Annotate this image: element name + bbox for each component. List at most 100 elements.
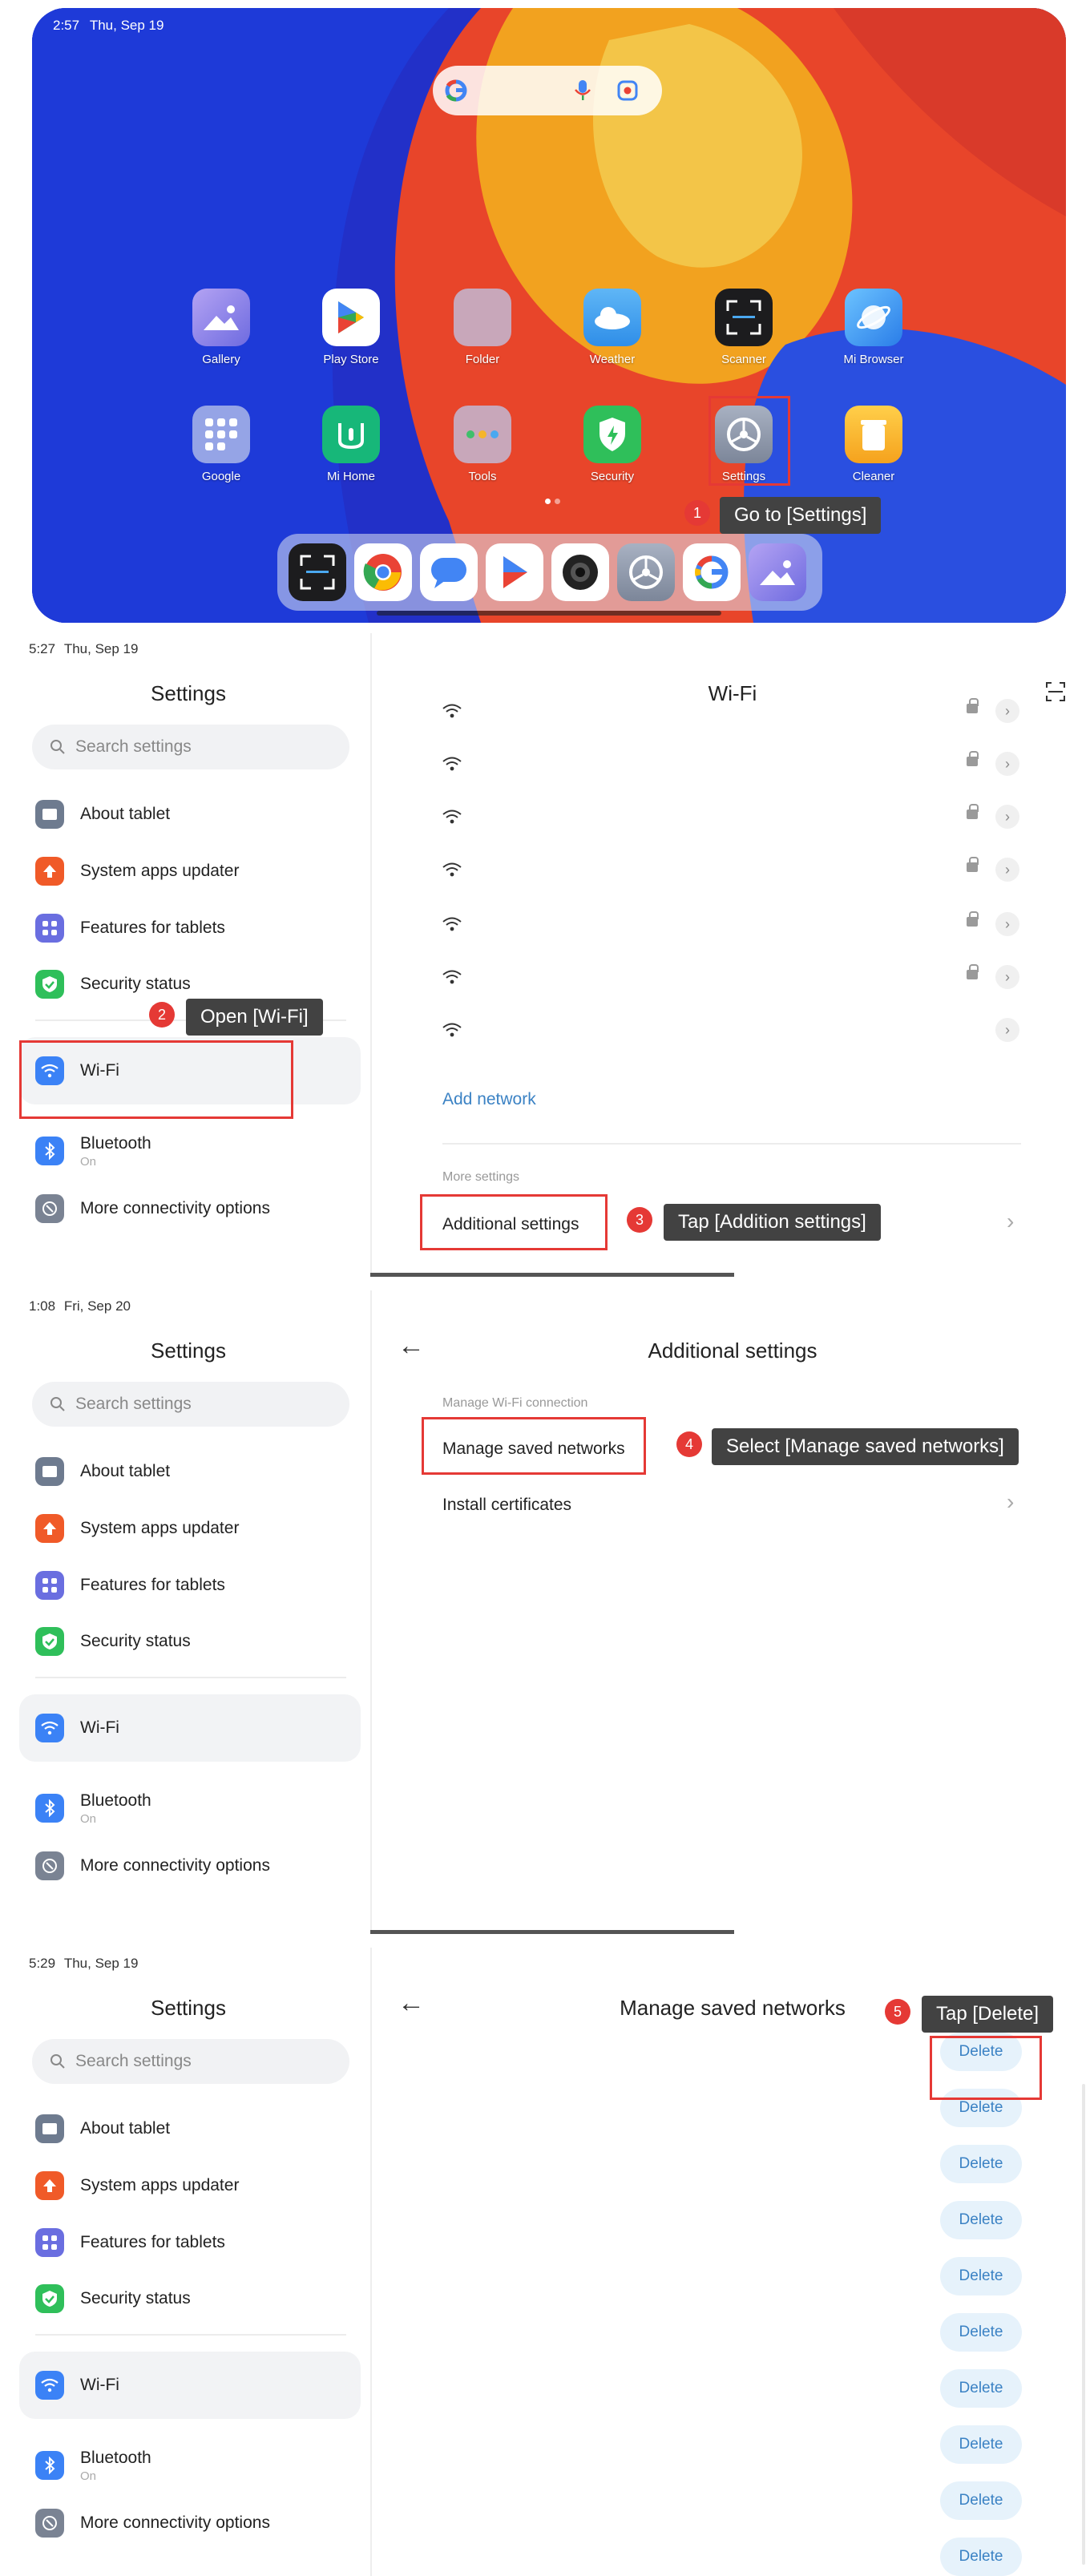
status-bar: 5:27 Thu, Sep 19 xyxy=(29,641,138,657)
lock-icon xyxy=(967,751,979,766)
sidebar-item-security-status[interactable]: Security status xyxy=(19,2265,361,2332)
page-title: Additional settings xyxy=(648,1338,818,1363)
app-gallery[interactable]: Gallery xyxy=(173,289,269,366)
add-network-link[interactable]: Add network xyxy=(442,1090,536,1109)
search-input[interactable]: Search settings xyxy=(32,1382,349,1427)
gallery-icon xyxy=(192,289,250,346)
bluetooth-icon xyxy=(35,1794,64,1823)
status-bar: 1:08 Fri, Sep 20 xyxy=(29,1298,131,1314)
google-icon[interactable] xyxy=(683,543,741,601)
sidebar-title: Settings xyxy=(151,1996,226,2020)
sidebar-item-label: About tablet xyxy=(80,2119,171,2138)
sidebar-item-label: Security status xyxy=(80,975,191,993)
network-details-chevron-icon[interactable]: › xyxy=(995,699,1019,723)
expand-icon[interactable] xyxy=(1045,681,1066,702)
app-label: Play Store xyxy=(323,353,379,366)
status-date: Thu, Sep 19 xyxy=(63,1956,139,1971)
section-label: More settings xyxy=(442,1170,520,1184)
app-cleaner[interactable]: Cleaner xyxy=(826,406,922,483)
install-certificates-item[interactable]: Install certificates xyxy=(442,1496,571,1515)
delete-button[interactable]: Delete xyxy=(940,2481,1022,2520)
lock-icon xyxy=(967,964,979,979)
scrollbar[interactable] xyxy=(1082,2084,1085,2565)
wifi-network-row[interactable]: › xyxy=(442,951,1019,1003)
network-details-chevron-icon[interactable]: › xyxy=(995,805,1019,829)
step-tooltip: Select [Manage saved networks] xyxy=(712,1428,1019,1465)
play-icon[interactable] xyxy=(486,543,543,601)
folder-icon xyxy=(454,289,511,346)
app-weather[interactable]: Weather xyxy=(564,289,660,366)
app-label: Scanner xyxy=(721,353,766,366)
link-icon xyxy=(35,1194,64,1223)
wifi-signal-icon xyxy=(442,862,462,877)
sidebar-item-wifi[interactable]: Wi-Fi xyxy=(19,1694,361,1762)
network-details-chevron-icon[interactable]: › xyxy=(995,1018,1019,1042)
app-mi-home[interactable]: Mi Home xyxy=(303,406,399,483)
sidebar-item-label: Features for tablets xyxy=(80,2233,225,2251)
lock-icon xyxy=(967,804,979,819)
security-icon xyxy=(583,406,641,463)
settings-gear-icon[interactable] xyxy=(617,543,675,601)
sidebar-item-label: More connectivity options xyxy=(80,1856,270,1875)
delete-button[interactable]: Delete xyxy=(940,2313,1022,2352)
app-label: Mi Home xyxy=(326,470,375,483)
google-search-bar[interactable] xyxy=(433,66,662,115)
delete-button[interactable]: Delete xyxy=(940,2538,1022,2576)
delete-button[interactable]: Delete xyxy=(940,2201,1022,2239)
sidebar-item-more-connectivity[interactable]: More connectivity options xyxy=(19,1175,361,1242)
wifi-network-row[interactable]: › xyxy=(442,1003,1019,1056)
sidebar-item-label: Wi-Fi xyxy=(80,1718,119,1737)
step-badge: 3 xyxy=(627,1207,652,1233)
lens-icon[interactable] xyxy=(617,80,638,101)
sidebar-item-more-connectivity[interactable]: More connectivity options xyxy=(19,1832,361,1900)
shield-check-icon xyxy=(35,1627,64,1656)
delete-button[interactable]: Delete xyxy=(940,2369,1022,2408)
bluetooth-status: On xyxy=(80,1811,97,1826)
search-input[interactable]: Search settings xyxy=(32,2039,349,2084)
network-details-chevron-icon[interactable]: › xyxy=(995,752,1019,776)
network-details-chevron-icon[interactable]: › xyxy=(995,965,1019,989)
app-google-folder[interactable]: Google xyxy=(173,406,269,483)
wifi-network-row[interactable]: › xyxy=(442,843,1019,896)
network-details-chevron-icon[interactable]: › xyxy=(995,858,1019,882)
sidebar-title: Settings xyxy=(151,681,226,705)
sidebar-item-label: Security status xyxy=(80,1632,191,1650)
wifi-network-row[interactable]: › xyxy=(442,684,1019,737)
gallery-icon[interactable] xyxy=(749,543,806,601)
sidebar-item-wifi[interactable]: Wi-Fi xyxy=(19,2352,361,2419)
scanner-icon[interactable] xyxy=(289,543,346,601)
mic-icon[interactable] xyxy=(574,79,591,102)
delete-button[interactable]: Delete xyxy=(940,2257,1022,2295)
weather-icon xyxy=(583,289,641,346)
wifi-network-row[interactable]: › xyxy=(442,737,1019,790)
app-mi-browser[interactable]: Mi Browser xyxy=(826,289,922,366)
sidebar-item-security-status[interactable]: Security status xyxy=(19,1608,361,1675)
sidebar-item-label: More connectivity options xyxy=(80,2513,270,2532)
chrome-icon[interactable] xyxy=(354,543,412,601)
app-folder[interactable]: Folder xyxy=(434,289,531,366)
delete-button[interactable]: Delete xyxy=(940,2425,1022,2464)
lock-icon xyxy=(967,911,979,927)
wifi-network-row[interactable]: › xyxy=(442,898,1019,951)
sidebar-item-label: More connectivity options xyxy=(80,1199,270,1217)
step-badge: 2 xyxy=(149,1002,175,1028)
sidebar-item-more-connectivity[interactable]: More connectivity options xyxy=(19,2489,361,2557)
section-label: Manage Wi-Fi connection xyxy=(442,1396,588,1410)
wifi-network-row[interactable]: › xyxy=(442,790,1019,843)
app-label: Mi Browser xyxy=(843,353,904,366)
bluetooth-icon xyxy=(35,2451,64,2480)
delete-button[interactable]: Delete xyxy=(940,2145,1022,2183)
status-date: Thu, Sep 19 xyxy=(89,18,164,33)
sidebar-item-label: System apps updater xyxy=(80,862,240,880)
app-tools-folder[interactable]: Tools xyxy=(434,406,531,483)
messages-icon[interactable] xyxy=(420,543,478,601)
panel-divider xyxy=(370,1273,734,1277)
network-details-chevron-icon[interactable]: › xyxy=(995,912,1019,936)
search-input[interactable]: Search settings xyxy=(32,725,349,769)
app-scanner[interactable]: Scanner xyxy=(696,289,792,366)
app-security[interactable]: Security xyxy=(564,406,660,483)
app-play-store[interactable]: Play Store xyxy=(303,289,399,366)
wifi-signal-icon xyxy=(442,810,462,824)
camera-icon[interactable] xyxy=(551,543,609,601)
update-arrow-icon xyxy=(35,2171,64,2200)
